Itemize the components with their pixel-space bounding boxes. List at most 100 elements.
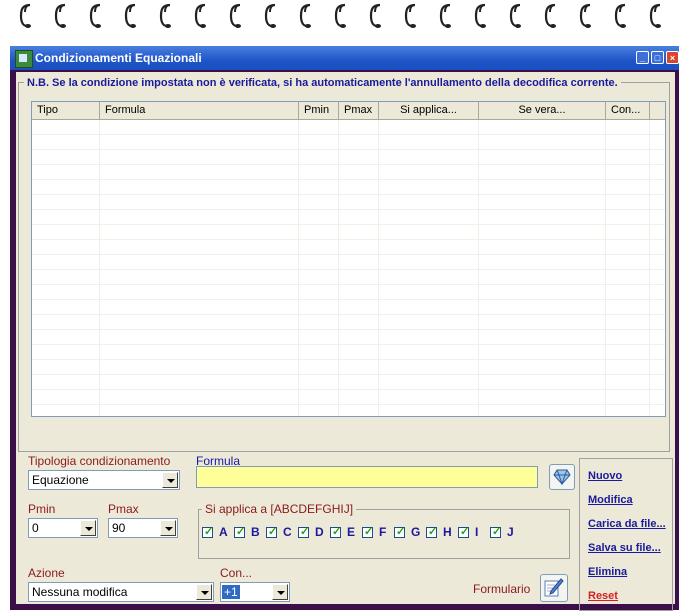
checkbox-icon[interactable] <box>298 525 309 538</box>
tipologia-value: Equazione <box>32 473 89 487</box>
checkbox-icon[interactable] <box>234 525 245 538</box>
chevron-down-icon[interactable] <box>196 584 212 600</box>
col-si-applica[interactable]: Si applica... <box>379 102 479 120</box>
pmax-select[interactable]: 90 <box>108 518 178 538</box>
azione-select[interactable]: Nessuna modifica <box>28 582 214 602</box>
check-label: H <box>443 525 452 539</box>
formulario-label: Formulario <box>473 582 531 596</box>
col-pmin[interactable]: Pmin <box>299 102 339 120</box>
check-label: G <box>411 525 421 539</box>
modifica-link[interactable]: Modifica <box>588 494 633 506</box>
spiral-ring-icon <box>403 2 419 30</box>
spiral-ring-icon <box>368 2 384 30</box>
gem-icon <box>553 469 571 486</box>
formulario-button[interactable] <box>540 574 568 602</box>
grid-col-line <box>99 120 100 416</box>
spiral-ring-icon <box>648 2 664 30</box>
chevron-down-icon[interactable] <box>80 520 96 536</box>
spiral-ring-icon <box>543 2 559 30</box>
spiral-ring-icon <box>298 2 314 30</box>
elimina-link[interactable]: Elimina <box>588 566 627 578</box>
con-label: Con... <box>220 566 253 580</box>
tipologia-select[interactable]: Equazione <box>28 470 180 490</box>
spiral-ring-icon <box>18 2 34 30</box>
checkbox-icon[interactable] <box>202 525 213 538</box>
spiral-ring-icon <box>53 2 69 30</box>
check-label: B <box>251 525 260 539</box>
col-con[interactable]: Con... <box>606 102 650 120</box>
grid-col-line <box>298 120 299 416</box>
dialog-client: N.B. Se la condizione impostata non è ve… <box>16 72 675 611</box>
window-title: Condizionamenti Equazionali <box>35 51 202 65</box>
spiral-ring-icon <box>578 2 594 30</box>
check-label: D <box>315 525 324 539</box>
check-label: A <box>219 525 228 539</box>
nuovo-link[interactable]: Nuovo <box>588 470 622 482</box>
spiral-ring-icon <box>123 2 139 30</box>
col-filler <box>650 102 665 120</box>
checkbox-icon[interactable] <box>394 525 405 538</box>
grid-col-line <box>378 120 379 416</box>
grid-col-line <box>478 120 479 416</box>
col-tipo[interactable]: Tipo <box>32 102 100 120</box>
pmax-label: Pmax <box>108 502 139 516</box>
checkbox-icon[interactable] <box>266 525 277 538</box>
gem-button[interactable] <box>549 464 575 490</box>
pmin-select[interactable]: 0 <box>28 518 98 538</box>
checkbox-icon[interactable] <box>490 525 501 538</box>
app-icon <box>15 50 33 68</box>
check-label: E <box>347 525 356 539</box>
spiral-ring-icon <box>263 2 279 30</box>
pencil-icon <box>544 578 564 597</box>
grid-col-line <box>605 120 606 416</box>
formula-input[interactable] <box>196 466 538 488</box>
spiral-ring-icon <box>158 2 174 30</box>
spiral-ring-icon <box>508 2 524 30</box>
chevron-down-icon[interactable] <box>160 520 176 536</box>
spiral-ring-icon <box>88 2 104 30</box>
checkbox-icon[interactable] <box>362 525 373 538</box>
check-label: J <box>507 525 514 539</box>
notice-text: N.B. Se la condizione impostata non è ve… <box>24 77 621 89</box>
conditions-grid[interactable]: Tipo Formula Pmin Pmax Si applica... Se … <box>31 101 666 417</box>
checkbox-icon[interactable] <box>458 525 469 538</box>
maximize-icon[interactable]: □ <box>651 51 664 64</box>
carica-link[interactable]: Carica da file... <box>588 518 666 530</box>
close-icon[interactable]: × <box>666 51 679 64</box>
chevron-down-icon[interactable] <box>272 584 288 600</box>
salva-link[interactable]: Salva su file... <box>588 542 661 554</box>
chevron-down-icon[interactable] <box>162 472 178 488</box>
minimize-icon[interactable]: _ <box>636 51 649 64</box>
spiral-ring-icon <box>438 2 454 30</box>
check-label: C <box>283 525 292 539</box>
check-label: F <box>379 525 387 539</box>
applica-legend: Si applica a [ABCDEFGHIJ] <box>202 502 357 516</box>
spiral-ring-icon <box>613 2 629 30</box>
tipologia-label: Tipologia condizionamento <box>28 454 171 468</box>
pmin-label: Pmin <box>28 502 56 516</box>
reset-link[interactable]: Reset <box>588 590 618 602</box>
title-bar[interactable]: Condizionamenti Equazionali _ □ × <box>10 46 679 70</box>
azione-label: Azione <box>28 566 65 580</box>
pmin-value: 0 <box>32 521 39 535</box>
grid-header: Tipo Formula Pmin Pmax Si applica... Se … <box>32 102 665 120</box>
grid-col-line <box>649 120 650 416</box>
col-formula[interactable]: Formula <box>100 102 299 120</box>
col-se-vera[interactable]: Se vera... <box>479 102 606 120</box>
spiral-ring-icon <box>473 2 489 30</box>
con-value: +1 <box>222 585 240 599</box>
spiral-binding <box>0 0 679 40</box>
spiral-ring-icon <box>228 2 244 30</box>
azione-value: Nessuna modifica <box>32 585 128 599</box>
spiral-ring-icon <box>333 2 349 30</box>
check-label: I <box>475 525 479 539</box>
grid-col-line <box>338 120 339 416</box>
pmax-value: 90 <box>112 521 126 535</box>
col-pmax[interactable]: Pmax <box>339 102 379 120</box>
spiral-ring-icon <box>193 2 209 30</box>
dialog-window: Condizionamenti Equazionali _ □ × N.B. S… <box>10 46 679 611</box>
grid-body <box>32 120 665 416</box>
checkbox-icon[interactable] <box>330 525 341 538</box>
con-select[interactable]: +1 <box>220 582 290 602</box>
checkbox-icon[interactable] <box>426 525 437 538</box>
